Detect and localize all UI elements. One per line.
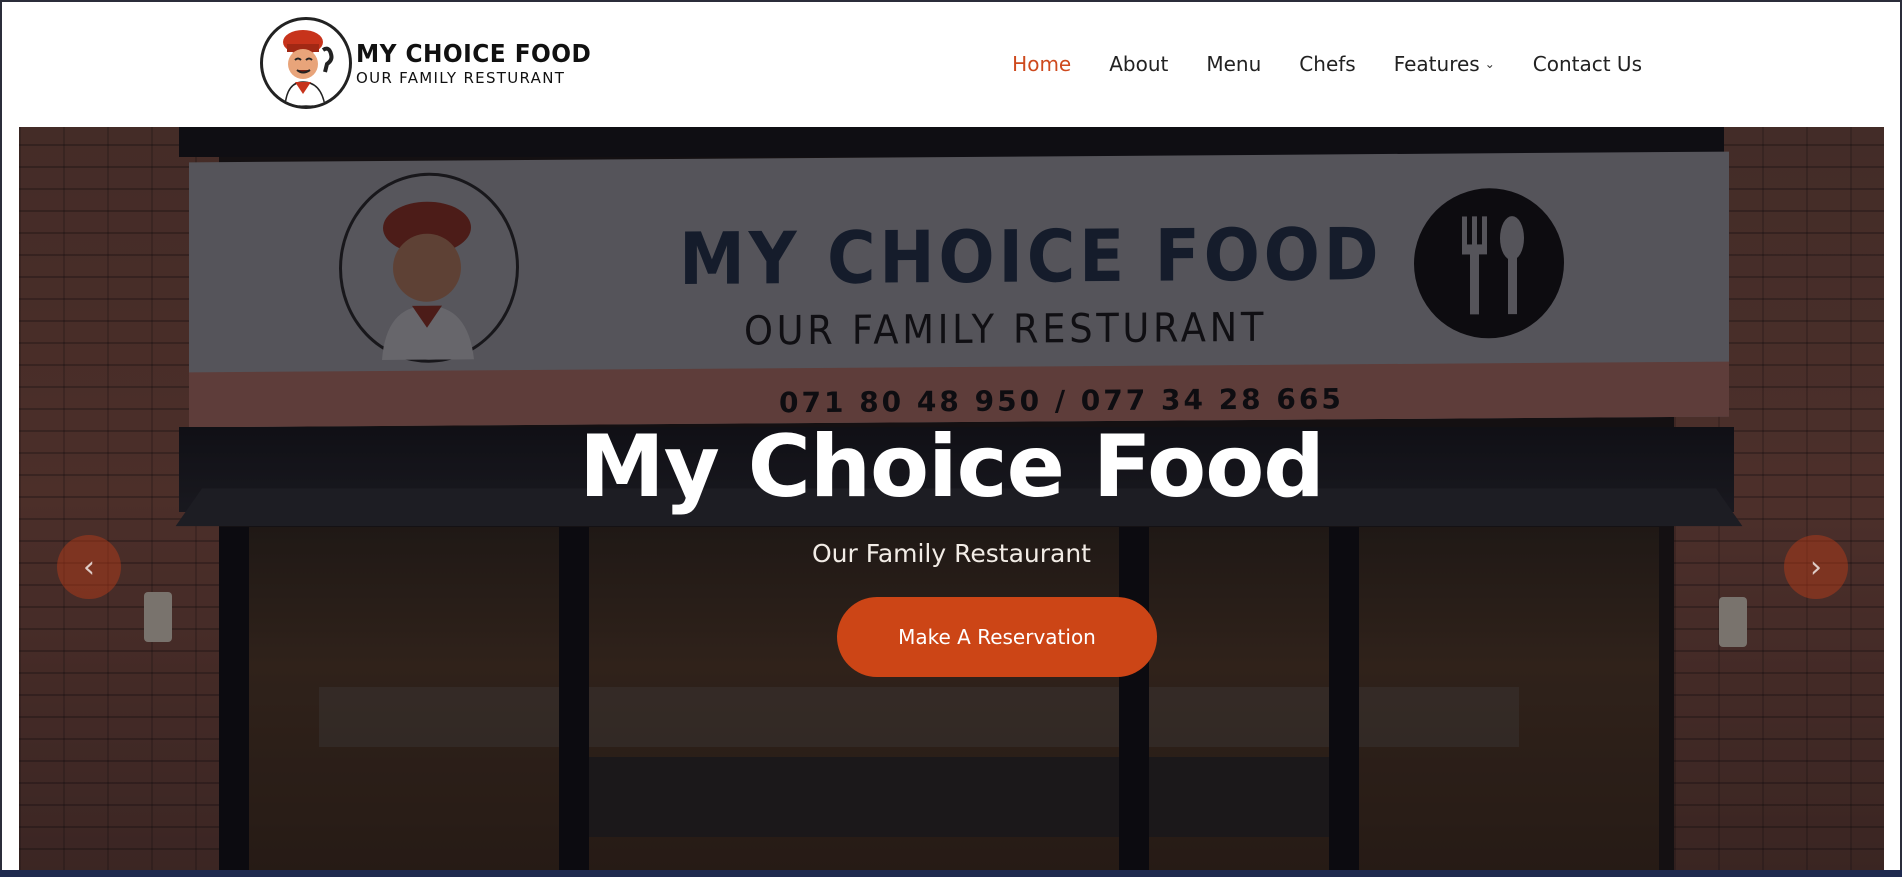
chevron-left-icon: ‹: [83, 549, 95, 585]
nav-about-label: About: [1109, 52, 1169, 76]
nav-contact-us[interactable]: Contact Us: [1533, 52, 1642, 76]
nav-menu-label: Menu: [1206, 52, 1262, 76]
chevron-down-icon: ⌄: [1484, 57, 1495, 71]
make-reservation-button[interactable]: Make A Reservation: [837, 597, 1157, 677]
nav-chefs-label: Chefs: [1299, 52, 1356, 76]
chevron-right-icon: ›: [1810, 549, 1822, 585]
hero-subtitle: Our Family Restaurant: [811, 539, 1091, 568]
site-logo[interactable]: MY CHOICE FOOD OUR FAMILY RESTURANT: [260, 17, 609, 109]
logo-title: MY CHOICE FOOD: [356, 38, 592, 68]
bottom-edge: [0, 870, 1902, 877]
logo-subtitle: OUR FAMILY RESTURANT: [356, 68, 566, 87]
nav-about[interactable]: About: [1109, 52, 1168, 76]
hero-slider: MY CHOICE FOOD OUR FAMILY RESTURANT 071 …: [19, 127, 1884, 870]
nav-contact-us-label: Contact Us: [1532, 52, 1642, 76]
nav-features-label: Features: [1393, 52, 1480, 76]
nav-home[interactable]: Home: [1012, 52, 1071, 76]
hero-title: My Choice Food: [579, 417, 1325, 517]
chef-logo-icon: [260, 17, 352, 109]
nav-menu[interactable]: Menu: [1206, 52, 1261, 76]
slider-prev-button[interactable]: ‹: [57, 535, 121, 599]
main-nav: Home About Menu Chefs Features ⌄ Contact …: [974, 52, 1642, 76]
site-header: MY CHOICE FOOD OUR FAMILY RESTURANT Home…: [2, 2, 1900, 127]
nav-features[interactable]: Features ⌄: [1394, 52, 1495, 76]
page: MY CHOICE FOOD OUR FAMILY RESTURANT Home…: [2, 0, 1900, 870]
nav-chefs[interactable]: Chefs: [1299, 52, 1355, 76]
slider-next-button[interactable]: ›: [1784, 535, 1848, 599]
nav-home-label: Home: [1012, 52, 1072, 76]
